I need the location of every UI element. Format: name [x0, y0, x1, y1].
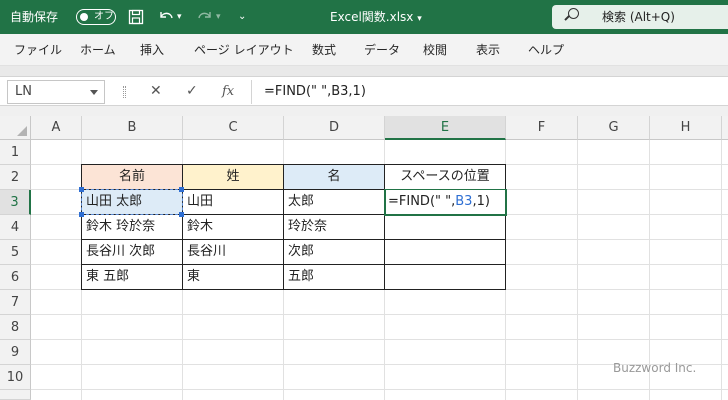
save-icon[interactable]: [128, 0, 144, 34]
tab-formulas[interactable]: 数式: [312, 34, 336, 66]
cell-b6[interactable]: 東 五郎: [82, 265, 182, 289]
column-header-d[interactable]: D: [284, 116, 385, 140]
row-header-8[interactable]: 8: [0, 315, 31, 340]
row-header-6[interactable]: 6: [0, 265, 31, 290]
cancel-icon[interactable]: ✕: [150, 77, 162, 106]
chevron-down-icon[interactable]: [90, 90, 98, 95]
undo-icon[interactable]: [157, 0, 175, 34]
row-header-3[interactable]: 3: [0, 190, 31, 215]
formula-bar: LN ✕ ✓ fx =FIND(" ",B3,1): [0, 76, 728, 106]
formula-suffix: ,1): [472, 194, 490, 209]
column-header-e[interactable]: E: [385, 116, 506, 140]
select-all-button[interactable]: [0, 116, 31, 140]
reference-handle[interactable]: [179, 187, 184, 192]
reference-handle[interactable]: [179, 212, 184, 217]
select-all-triangle: [17, 126, 27, 136]
column-header-a[interactable]: A: [31, 116, 82, 140]
cell-c2[interactable]: 姓: [183, 165, 283, 189]
row-header-9[interactable]: 9: [0, 340, 31, 365]
enter-icon[interactable]: ✓: [186, 77, 198, 106]
name-box-value: LN: [15, 84, 32, 99]
redo-dropdown-icon: ▾: [216, 12, 221, 22]
cell-b2[interactable]: 名前: [82, 165, 182, 189]
column-header-h[interactable]: H: [650, 116, 722, 140]
gridline: [31, 339, 728, 340]
row-header-10[interactable]: 10: [0, 365, 31, 390]
toggle-knob: [80, 13, 88, 21]
autosave-label: 自動保存: [10, 10, 59, 24]
formula-divider: [251, 80, 252, 104]
cell-d3[interactable]: 太郎: [284, 190, 384, 214]
gridline: [31, 314, 728, 315]
cell-d4[interactable]: 玲於奈: [284, 215, 384, 239]
undo-dropdown-icon[interactable]: ▾: [177, 0, 182, 34]
cell-b4[interactable]: 鈴木 玲於奈: [82, 215, 182, 239]
row-header-1[interactable]: 1: [0, 140, 31, 165]
tab-home[interactable]: ホーム: [80, 34, 116, 66]
column-header-f[interactable]: F: [506, 116, 578, 140]
cell-c4[interactable]: 鈴木: [183, 215, 283, 239]
cell-b5[interactable]: 長谷川 次郎: [82, 240, 182, 264]
search-box[interactable]: 検索 (Alt+Q): [552, 5, 728, 29]
tab-data[interactable]: データ: [364, 34, 400, 66]
formula-input[interactable]: =FIND(" ",B3,1): [264, 77, 366, 106]
row-header-4[interactable]: 4: [0, 215, 31, 240]
tab-review[interactable]: 校閲: [423, 34, 447, 66]
document-title[interactable]: Excel関数.xlsx ▾: [330, 0, 422, 34]
formula-prefix: =FIND(" ",: [388, 194, 456, 209]
customize-qat-icon[interactable]: ⌄: [238, 0, 246, 34]
column-header-b[interactable]: B: [82, 116, 183, 140]
reference-handle[interactable]: [79, 212, 84, 217]
tab-help[interactable]: ヘルプ: [528, 34, 564, 66]
insert-function-icon[interactable]: fx: [222, 77, 234, 106]
reference-range-border: [81, 189, 183, 215]
cell-c6[interactable]: 東: [183, 265, 283, 289]
cell-e3-editor[interactable]: =FIND(" ",B3,1): [386, 190, 505, 214]
formula-bar-grip[interactable]: [123, 86, 126, 98]
ribbon-collapsed-area: [0, 66, 728, 76]
search-icon: [568, 8, 579, 19]
cell-e2[interactable]: スペースの位置: [385, 165, 505, 189]
row-header-11[interactable]: [0, 390, 31, 400]
cell-d5[interactable]: 次郎: [284, 240, 384, 264]
cell-d2[interactable]: 名: [284, 165, 384, 189]
title-bar: 自動保存 オフ ▾ ▾ ⌄ Excel関数.xlsx ▾ 検索 (Alt+Q): [0, 0, 728, 34]
formula-bar-gap: [0, 106, 728, 116]
formula-reference: B3: [455, 194, 473, 209]
cell-d6[interactable]: 五郎: [284, 265, 384, 289]
cell-c3[interactable]: 山田: [183, 190, 283, 214]
row-header-7[interactable]: 7: [0, 290, 31, 315]
cell-c5[interactable]: 長谷川: [183, 240, 283, 264]
search-placeholder: 検索 (Alt+Q): [602, 10, 675, 24]
gridline: [721, 140, 722, 400]
gridline: [577, 140, 578, 400]
tab-insert[interactable]: 挿入: [140, 34, 164, 66]
row-header-5[interactable]: 5: [0, 240, 31, 265]
ribbon-tabs: ファイル ホーム 挿入 ページ レイアウト 数式 データ 校閲 表示 ヘルプ: [0, 34, 728, 66]
row-header-2[interactable]: 2: [0, 165, 31, 190]
column-header-i[interactable]: [722, 116, 728, 140]
autosave-state: オフ: [94, 11, 114, 22]
gridline: [31, 389, 728, 390]
title-dropdown-icon: ▾: [417, 14, 422, 24]
redo-icon: [196, 0, 214, 34]
worksheet-grid[interactable]: A B C D E F G H 1 2 3 4 5 6 7 8 9 10 名前: [0, 116, 728, 400]
column-header-c[interactable]: C: [183, 116, 284, 140]
name-box[interactable]: LN: [7, 80, 105, 104]
document-title-text: Excel関数.xlsx: [330, 10, 414, 24]
autosave-toggle[interactable]: オフ: [76, 9, 116, 25]
watermark: Buzzword Inc.: [613, 361, 697, 375]
column-header-g[interactable]: G: [578, 116, 650, 140]
reference-handle[interactable]: [79, 187, 84, 192]
tab-page-layout[interactable]: ページ レイアウト: [194, 34, 294, 66]
tab-view[interactable]: 表示: [476, 34, 500, 66]
tab-file[interactable]: ファイル: [14, 34, 62, 66]
